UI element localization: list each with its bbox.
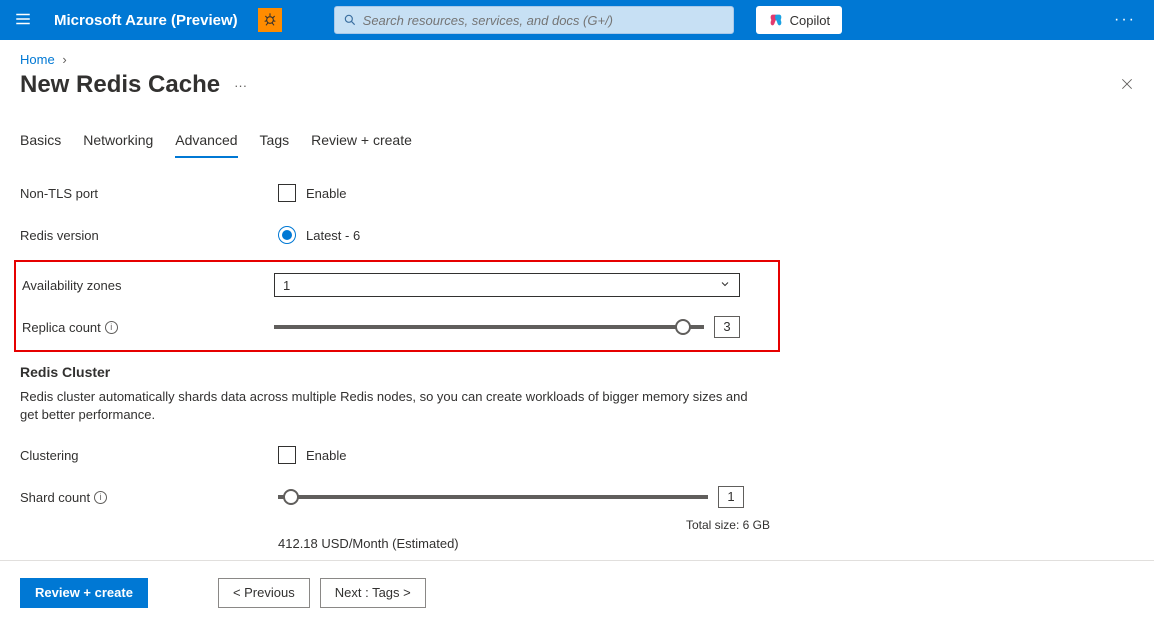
label-availability-zones: Availability zones	[16, 278, 274, 293]
input-shard-value[interactable]: 1	[718, 486, 744, 508]
label-shard-count-text: Shard count	[20, 490, 90, 505]
bug-icon[interactable]	[258, 8, 282, 32]
info-icon[interactable]: i	[105, 321, 118, 334]
previous-button[interactable]: < Previous	[218, 578, 310, 608]
section-desc-cluster: Redis cluster automatically shards data …	[20, 388, 760, 424]
row-replica-count: Replica count i 3	[16, 312, 774, 342]
select-availability-zones-value: 1	[283, 278, 290, 293]
highlight-box: Availability zones 1 Replica count i	[14, 260, 780, 352]
checkbox-non-tls-label: Enable	[306, 186, 346, 201]
brand-title[interactable]: Microsoft Azure (Preview)	[54, 12, 238, 29]
chevron-right-icon: ›	[62, 52, 66, 67]
section-title-cluster: Redis Cluster	[20, 364, 790, 380]
tab-tags[interactable]: Tags	[260, 128, 290, 158]
tab-review[interactable]: Review + create	[311, 128, 412, 158]
row-redis-version: Redis version Latest - 6	[20, 220, 790, 250]
search-icon	[343, 13, 357, 27]
select-availability-zones[interactable]: 1	[274, 273, 740, 297]
title-more-icon[interactable]: ···	[234, 78, 247, 93]
radio-redis-latest[interactable]	[278, 226, 296, 244]
tabs: Basics Networking Advanced Tags Review +…	[20, 128, 1134, 158]
label-replica-count-text: Replica count	[22, 320, 101, 335]
more-icon[interactable]: ···	[1106, 11, 1144, 29]
label-price: 412.18 USD/Month (Estimated)	[278, 536, 790, 551]
top-bar: Microsoft Azure (Preview) Copilot ···	[0, 0, 1154, 40]
info-icon-shard[interactable]: i	[94, 491, 107, 504]
form: Non-TLS port Enable Redis version Latest…	[20, 178, 790, 560]
copilot-label: Copilot	[790, 13, 830, 28]
checkbox-clustering-label: Enable	[306, 448, 346, 463]
breadcrumb-home[interactable]: Home	[20, 52, 55, 67]
copilot-button[interactable]: Copilot	[756, 6, 842, 34]
tab-networking[interactable]: Networking	[83, 128, 153, 158]
row-clustering: Clustering Enable	[20, 440, 790, 470]
row-availability-zones: Availability zones 1	[16, 270, 774, 300]
slider-replica[interactable]	[274, 325, 704, 329]
search-input[interactable]	[363, 13, 725, 28]
review-create-button[interactable]: Review + create	[20, 578, 148, 608]
tab-advanced[interactable]: Advanced	[175, 128, 237, 158]
breadcrumb: Home ›	[0, 40, 1154, 71]
title-row: New Redis Cache ···	[0, 71, 1154, 105]
page-title: New Redis Cache	[20, 71, 220, 99]
label-replica-count: Replica count i	[16, 320, 274, 335]
radio-redis-latest-label: Latest - 6	[306, 228, 360, 243]
checkbox-non-tls[interactable]	[278, 184, 296, 202]
content-scroll[interactable]: Basics Networking Advanced Tags Review +…	[0, 110, 1154, 560]
chevron-down-icon	[719, 278, 731, 293]
close-icon[interactable]	[1120, 77, 1134, 94]
checkbox-clustering[interactable]	[278, 446, 296, 464]
next-button[interactable]: Next : Tags >	[320, 578, 426, 608]
row-non-tls: Non-TLS port Enable	[20, 178, 790, 208]
search-input-wrap[interactable]	[334, 6, 734, 34]
label-clustering: Clustering	[20, 448, 278, 463]
label-redis-version: Redis version	[20, 228, 278, 243]
footer: Review + create < Previous Next : Tags >	[0, 560, 1154, 624]
input-replica-value[interactable]: 3	[714, 316, 740, 338]
slider-shard[interactable]	[278, 495, 708, 499]
copilot-icon	[768, 12, 784, 28]
row-shard-count: Shard count i 1	[20, 482, 790, 512]
label-total-size: Total size: 6 GB	[20, 518, 770, 532]
label-shard-count: Shard count i	[20, 490, 278, 505]
slider-replica-thumb[interactable]	[675, 319, 691, 335]
label-non-tls: Non-TLS port	[20, 186, 278, 201]
slider-shard-thumb[interactable]	[283, 489, 299, 505]
menu-icon[interactable]	[10, 6, 36, 35]
tab-basics[interactable]: Basics	[20, 128, 61, 158]
